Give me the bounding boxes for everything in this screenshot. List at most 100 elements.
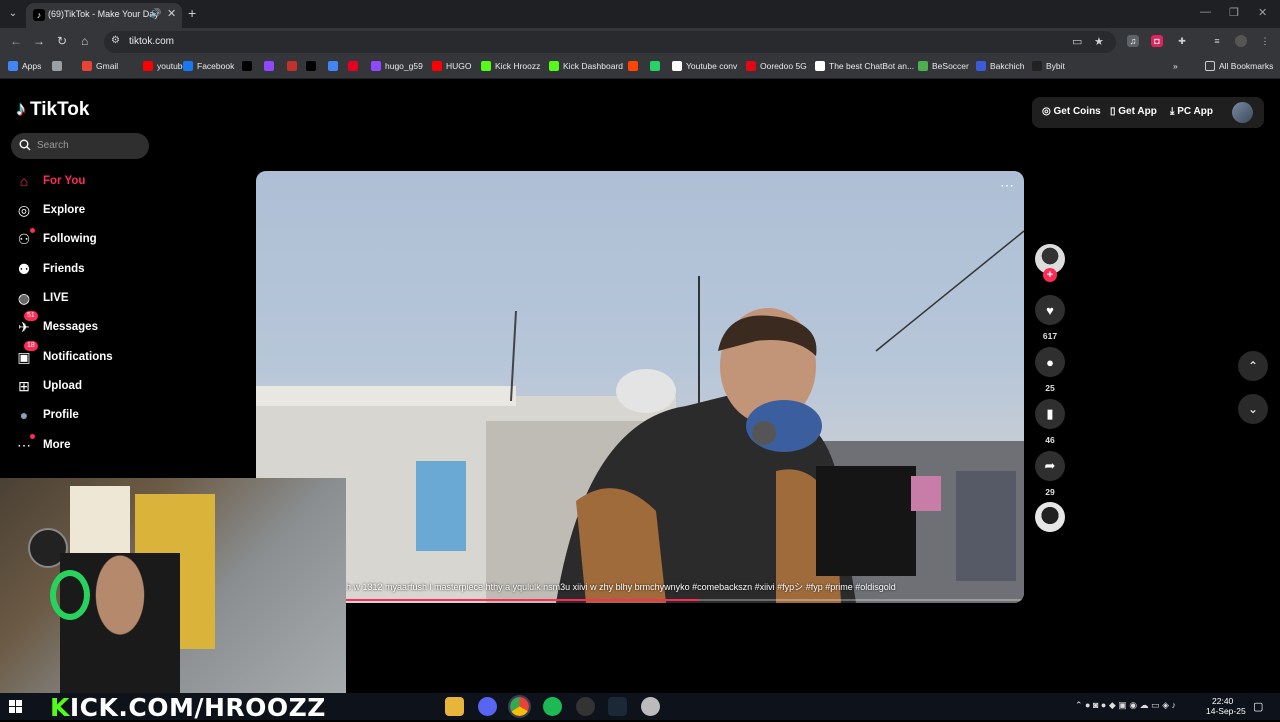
bookmark-favicon-icon (264, 61, 274, 71)
tab-title: (69)TikTok - Make Your Day (48, 9, 159, 19)
nav-item-messages[interactable]: ✈ 51 Messages (14, 311, 154, 338)
bookmark-item[interactable] (242, 61, 256, 71)
home-icon: ⌂ (19, 173, 29, 189)
banner-k: K (50, 693, 70, 722)
discord-icon[interactable] (478, 697, 497, 716)
extension-pink-icon[interactable]: ◘ (1151, 35, 1163, 47)
all-bookmarks-label: All Bookmarks (1219, 61, 1274, 71)
bookmark-item[interactable]: Bakchich (976, 61, 1025, 71)
bookmark-item[interactable] (328, 61, 342, 71)
bookmark-item[interactable]: Youtube conv (672, 61, 737, 71)
nav-item-upload[interactable]: ⊞ Upload (14, 375, 154, 397)
obs-icon[interactable] (576, 697, 595, 716)
window-close-button[interactable]: ✕ (1258, 6, 1267, 19)
search-input[interactable]: Search (11, 133, 149, 159)
nav-item-profile[interactable]: ● Profile (14, 404, 154, 426)
bookmark-item[interactable]: Kick Hroozz (481, 61, 540, 71)
comment-button[interactable]: ● (1035, 347, 1065, 377)
nav-item-more[interactable]: ⋯ More (14, 434, 154, 456)
extensions-puzzle-icon[interactable]: ✚ (1176, 35, 1188, 47)
app-icon[interactable] (641, 697, 660, 716)
speaker-icon[interactable]: 🔊 (150, 8, 161, 19)
chrome-icon[interactable] (508, 695, 531, 718)
all-bookmarks-folder[interactable]: All Bookmarks (1205, 61, 1273, 71)
nav-label: Profile (43, 409, 79, 421)
bookmark-item[interactable]: Facebook (183, 61, 234, 71)
pc-app-button[interactable]: ⤓ PC App (1170, 106, 1213, 117)
bookmark-item[interactable] (348, 61, 362, 71)
bookmark-item[interactable] (287, 61, 301, 71)
tiktok-logo[interactable]: ♪ TikTok (16, 98, 89, 121)
get-coins-button[interactable]: ◎ Get Coins (1042, 106, 1101, 117)
nav-item-notifications[interactable]: ▣ 18 Notifications (14, 341, 154, 368)
profile-avatar-icon: ● (19, 407, 29, 423)
system-tray[interactable]: ⌃ ● ◙ ● ◆ ▣ ◉ ☁ ▭ ◈ ♪ (1075, 700, 1176, 711)
bookmark-item[interactable]: Kick Dashboard (549, 61, 623, 71)
nav-item-live[interactable]: ◍ LIVE (14, 287, 154, 309)
reload-button[interactable]: ↻ (57, 34, 67, 48)
bookmark-item[interactable] (650, 61, 664, 71)
follow-plus-button[interactable]: + (1043, 268, 1057, 282)
file-explorer-icon[interactable] (445, 697, 464, 716)
tab-search-button[interactable]: ⌄ (4, 5, 22, 23)
notification-icon[interactable]: ▢ (1253, 700, 1263, 713)
nav-label: Notifications (43, 351, 113, 363)
browser-menu-icon[interactable]: ⋮ (1259, 35, 1271, 47)
bookmark-favicon-icon (1032, 61, 1042, 71)
bookmark-star-icon[interactable]: ★ (1094, 35, 1104, 48)
video-player[interactable]: ⋯ h w 1312 myaarfush l masterpiece hthy … (256, 171, 1024, 603)
profile-avatar-icon[interactable] (1235, 35, 1247, 47)
get-app-button[interactable]: ▯ Get App (1110, 106, 1157, 117)
save-button[interactable]: ▮ (1035, 399, 1065, 429)
bookmark-item[interactable]: The best ChatBot an... (815, 61, 914, 71)
video-progress-bar[interactable] (346, 599, 1024, 601)
pc-app-label: PC App (1177, 106, 1213, 117)
bookmark-item[interactable]: Ooredoo 5G (746, 61, 807, 71)
spotify-icon[interactable] (543, 697, 562, 716)
bookmark-item[interactable] (52, 61, 66, 71)
chevron-up-icon: ⌃ (1247, 359, 1259, 373)
bookmark-item[interactable] (264, 61, 278, 71)
share-count: 29 (1045, 487, 1055, 497)
bookmark-item[interactable]: HUGO (432, 61, 472, 71)
bookmark-item[interactable] (628, 61, 642, 71)
user-avatar[interactable] (1232, 102, 1253, 123)
music-disc[interactable] (1035, 502, 1065, 532)
extension-music-icon[interactable]: ♫ (1127, 35, 1139, 47)
bookmark-item[interactable]: hugo_g59 (371, 61, 423, 71)
home-button[interactable]: ⌂ (81, 34, 88, 48)
steam-icon[interactable] (608, 697, 627, 716)
browser-toolbar: ← → ↻ ⌂ ⚙ tiktok.com ▭ ★ ♫ ◘ ✚ ≡ ⋮ (0, 28, 1280, 55)
active-tab[interactable]: ♪ (69)TikTok - Make Your Day 🔊 ✕ (26, 3, 182, 28)
like-button[interactable]: ♥ (1035, 295, 1065, 325)
nav-item-explore[interactable]: ◎ Explore (14, 199, 154, 221)
reading-list-icon[interactable]: ≡ (1211, 35, 1223, 47)
bookmarks-overflow-icon[interactable]: » (1173, 61, 1178, 71)
previous-video-button[interactable]: ⌃ (1238, 351, 1268, 381)
share-button[interactable]: ➦ (1035, 451, 1065, 481)
nav-item-following[interactable]: ⚇ Following (14, 228, 154, 250)
nav-item-for-you[interactable]: ⌂ For You (14, 170, 154, 192)
close-tab-icon[interactable]: ✕ (167, 7, 176, 20)
nav-item-friends[interactable]: ⚉ Friends (14, 258, 154, 280)
bookmark-item[interactable]: Apps (8, 61, 41, 71)
bookmark-item[interactable]: BeSoccer (918, 61, 969, 71)
unread-dot (30, 434, 35, 439)
cast-icon[interactable]: ▭ (1072, 35, 1082, 48)
bookmark-item[interactable] (306, 61, 320, 71)
bookmark-label: hugo_g59 (385, 61, 423, 71)
back-button[interactable]: ← (10, 34, 22, 48)
minimize-button[interactable]: — (1200, 6, 1211, 18)
bookmark-item[interactable]: Gmail (82, 61, 118, 71)
restore-button[interactable]: ❐ (1229, 6, 1239, 19)
start-button[interactable] (9, 700, 22, 713)
bookmark-item[interactable]: youtube (143, 61, 187, 71)
site-info-icon[interactable]: ⚙ (111, 35, 120, 46)
address-bar[interactable]: ⚙ tiktok.com ▭ ★ (104, 31, 1116, 53)
video-more-menu-icon[interactable]: ⋯ (1000, 177, 1014, 194)
bookmark-favicon-icon (183, 61, 193, 71)
forward-button[interactable]: → (33, 34, 45, 48)
next-video-button[interactable]: ⌄ (1238, 394, 1268, 424)
new-tab-button[interactable]: + (188, 5, 196, 21)
bookmark-item[interactable]: Bybit (1032, 61, 1065, 71)
